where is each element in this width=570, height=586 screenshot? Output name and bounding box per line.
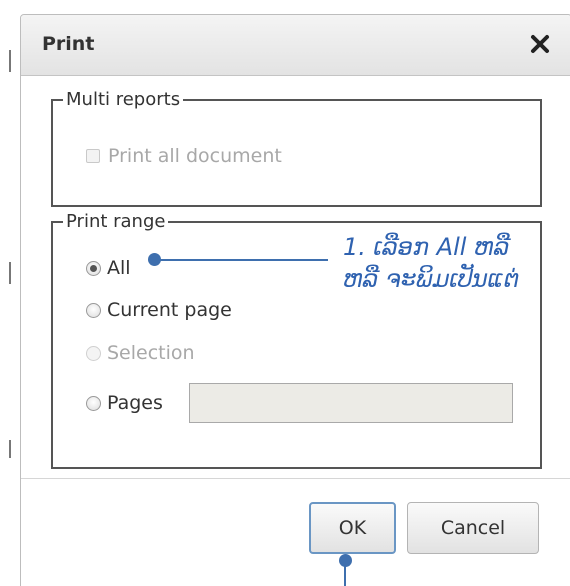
cancel-button[interactable]: Cancel	[407, 502, 539, 554]
dialog-titlebar: Print	[21, 15, 570, 76]
annotation-pointer-dot	[148, 253, 161, 266]
background-edge-mark	[9, 50, 11, 72]
background-text-fragment: ᵔᵔᵔᵔᵔ ᵔᵔ ᵔᵔ ᵔᵔ ᵔᵔᵔᵔᵔᵔ ᵔᵔ ᵔᵔ ᵔᵔᵔᵔᵔᵔᵔ	[30, 0, 259, 9]
print-all-document-checkbox[interactable]	[86, 149, 100, 163]
annotation-pointer-line	[154, 259, 328, 261]
range-pages-radio[interactable]	[86, 395, 101, 411]
ok-button[interactable]: OK	[309, 502, 396, 554]
annotation-text-line-1: 1. ເລືອກ All ຫລື	[343, 233, 510, 261]
close-icon[interactable]	[526, 30, 554, 58]
footer-divider	[21, 478, 570, 479]
multi-reports-legend: Multi reports	[66, 89, 181, 110]
screenshot-stage: ᵔᵔᵔᵔᵔ ᵔᵔ ᵔᵔ ᵔᵔ ᵔᵔᵔᵔᵔᵔ ᵔᵔ ᵔᵔ ᵔᵔᵔᵔᵔᵔᵔ Prin…	[0, 0, 570, 586]
annotation-ok-pointer-line	[344, 560, 346, 586]
range-pages-label: Pages	[107, 392, 163, 414]
annotation-text-line-2: ຫລື ຈະພິມເປັນແຕ່	[343, 265, 520, 293]
range-all-label: All	[107, 257, 131, 279]
range-option-all[interactable]: All	[86, 256, 131, 280]
range-option-pages[interactable]: Pages	[86, 391, 163, 415]
range-option-current-page[interactable]: Current page	[86, 298, 232, 322]
print-all-document-label: Print all document	[108, 145, 282, 167]
range-selection-label: Selection	[107, 342, 195, 364]
background-edge-mark	[9, 262, 11, 284]
pages-input[interactable]	[189, 383, 513, 423]
dialog-title: Print	[42, 33, 95, 55]
print-range-legend: Print range	[66, 211, 166, 232]
range-current-page-label: Current page	[107, 299, 232, 321]
range-selection-radio[interactable]	[86, 345, 101, 361]
range-current-page-radio[interactable]	[86, 302, 101, 318]
print-all-document-option[interactable]: Print all document	[86, 144, 282, 168]
range-all-radio[interactable]	[86, 260, 101, 276]
print-dialog: Print Multi reports Print all document P…	[20, 14, 570, 586]
range-option-selection[interactable]: Selection	[86, 341, 195, 365]
background-edge-mark	[9, 440, 11, 458]
